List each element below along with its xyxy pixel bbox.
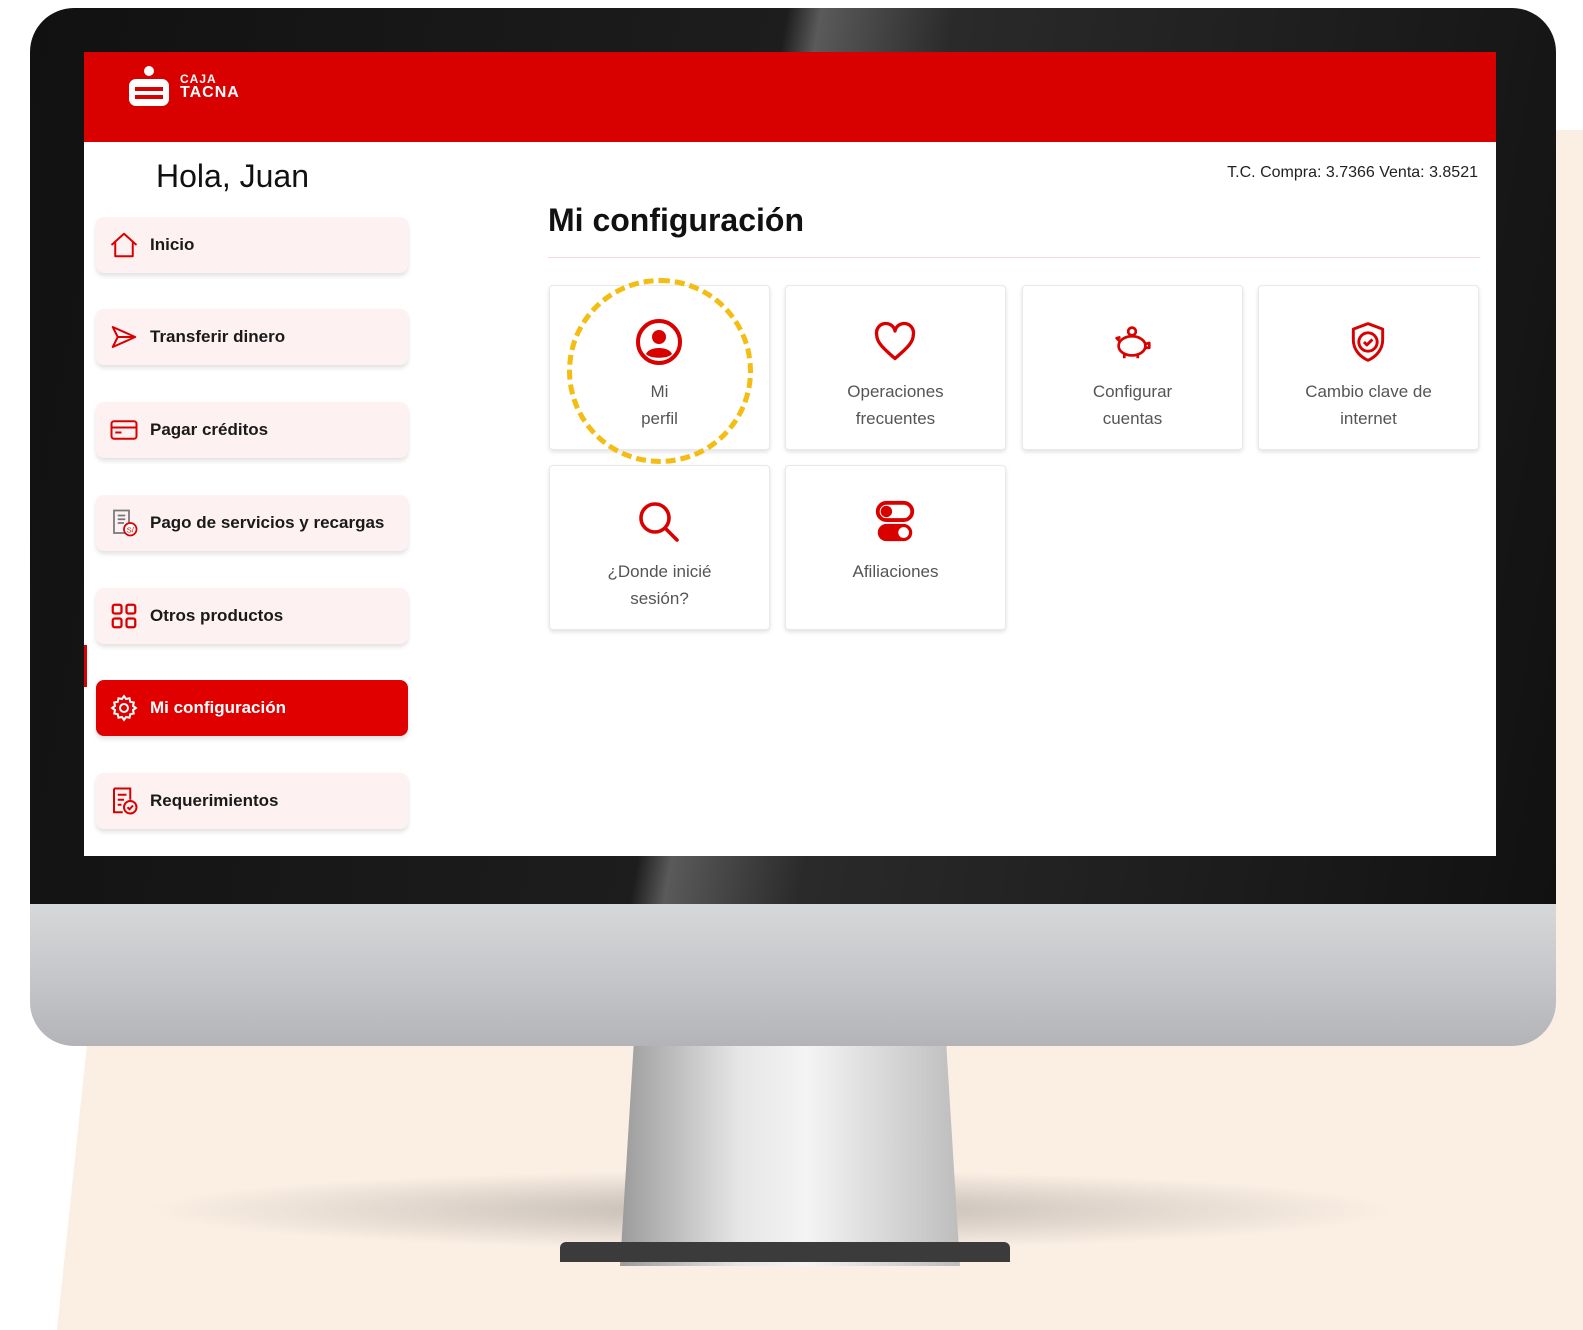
card-cambio-clave[interactable]: Cambio clave de internet [1258,285,1479,450]
brand-logo[interactable]: CAJA TACNA [126,62,240,112]
card-configurar-cuentas[interactable]: Configurar cuentas [1022,285,1243,450]
home-icon [108,229,140,261]
toggle-icon [871,498,919,546]
caja-tacna-logo-icon [129,66,169,106]
card-operaciones-frecuentes[interactable]: Operaciones frecuentes [785,285,1006,450]
card-label: Cambio clave de internet [1305,382,1432,428]
search-icon [635,498,683,546]
exchange-rate: T.C. Compra: 3.7366 Venta: 3.8521 [1227,164,1478,181]
card-label: Configurar cuentas [1092,382,1173,428]
receipt-icon: S/ [108,507,140,539]
piggy-bank-icon [1108,318,1156,366]
highlight-circle [567,278,753,464]
sidebar-item-label: Requerimientos [150,791,279,810]
sidebar-item-inicio[interactable]: Inicio [96,217,408,273]
top-bar: CAJA TACNA [84,52,1496,142]
card-donde-inicie-sesion[interactable]: ¿Donde inicié sesión? [549,465,770,630]
monitor-chin [30,904,1556,1046]
sidebar-item-label: Pagar créditos [150,420,269,439]
svg-text:S/: S/ [127,525,135,534]
sidebar-item-label: Otros productos [150,606,284,625]
brand-wordmark: CAJA TACNA [180,73,240,101]
sidebar-item-otros-productos[interactable]: Otros productos [96,588,408,644]
sidebar-item-label: Pago de servicios y recargas [150,513,385,532]
monitor-stand [620,1046,960,1266]
card-icon [108,414,140,446]
sidebar-item-label: Mi configuración [150,698,286,717]
sidebar-item-requerimientos[interactable]: Requerimientos [96,773,408,829]
sidebar-item-label: Inicio [150,235,195,254]
card-label: Afiliaciones [852,562,939,581]
sidebar-item-label: Transferir dinero [150,327,286,346]
sidebar-item-transferir[interactable]: Transferir dinero [96,309,408,365]
sidebar-item-pago-servicios[interactable]: S/ Pago de servicios y recargas [96,495,408,551]
gear-icon [108,692,140,724]
sidebar-item-mi-configuracion[interactable]: Mi configuración [96,680,408,736]
title-divider [548,257,1480,258]
page-title: Mi configuración [548,202,804,238]
send-icon [108,321,140,353]
document-check-icon [108,785,140,817]
heart-icon [871,318,919,366]
shield-check-icon [1344,318,1392,366]
monitor-base [560,1242,1010,1262]
card-label: Operaciones frecuentes [847,382,944,428]
grid-icon [108,600,140,632]
sidebar-item-pagar-creditos[interactable]: Pagar créditos [96,402,408,458]
brand-line2: TACNA [180,84,240,101]
side-accent [84,645,87,687]
card-label: ¿Donde inicié sesión? [607,562,712,608]
greeting: Hola, Juan [156,158,309,194]
card-afiliaciones[interactable]: Afiliaciones [785,465,1006,630]
app-screen: CAJA TACNA Hola, Juan Inicio Transferir … [84,52,1496,856]
